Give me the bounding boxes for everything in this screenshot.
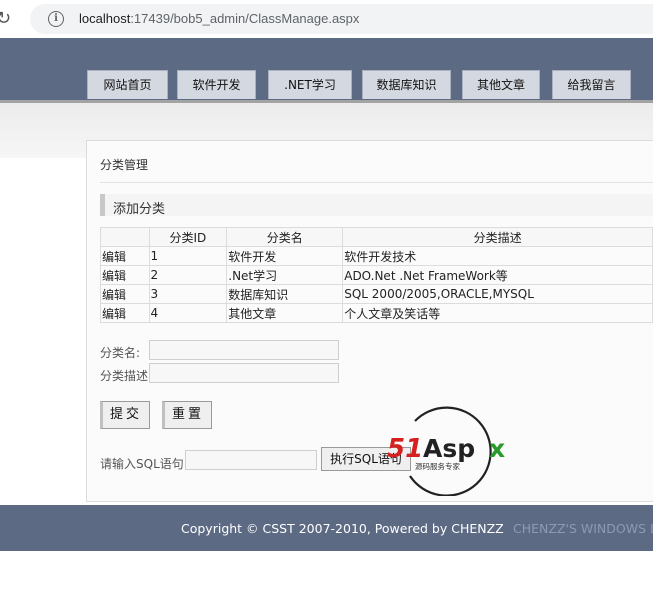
reset-button[interactable]: 重置 — [162, 401, 212, 429]
url-host: localhost — [79, 11, 131, 26]
cell-name: 数据库知识 — [226, 284, 344, 304]
site-header: 网站首页 软件开发 .NET学习 数据库知识 其他文章 给我留言 — [0, 38, 653, 100]
footer-brand: CHENZZ'S WINDOWS L — [513, 521, 653, 536]
cell-id: 3 — [148, 284, 228, 304]
section-title: 添加分类 — [113, 202, 166, 217]
category-table: 分类ID 分类名 分类描述 编辑 1 软件开发 软件开发技术 编辑 2 .Net… — [100, 227, 653, 323]
svg-text:Asp: Asp — [423, 434, 475, 463]
sql-input[interactable] — [185, 450, 317, 470]
cell-name: 软件开发 — [226, 246, 344, 266]
category-desc-input[interactable] — [149, 363, 339, 383]
submit-button[interactable]: 提交 — [100, 401, 150, 429]
51aspx-watermark-logo: 51 Asp x 源码服务专家 — [387, 406, 505, 496]
edit-link[interactable]: 编辑 — [102, 307, 126, 321]
title-divider — [100, 182, 653, 183]
nav-tab-articles[interactable]: 其他文章 — [462, 70, 540, 99]
nav-tab-database[interactable]: 数据库知识 — [362, 70, 451, 99]
section-header — [100, 194, 653, 216]
edit-link[interactable]: 编辑 — [102, 250, 126, 264]
table-row: 编辑 1 软件开发 软件开发技术 — [100, 246, 653, 266]
table-header-row: 分类ID 分类名 分类描述 — [100, 227, 653, 247]
svg-text:源码服务专家: 源码服务专家 — [415, 461, 460, 471]
cell-name: .Net学习 — [226, 265, 344, 285]
nav-tab-software[interactable]: 软件开发 — [177, 70, 256, 99]
cell-desc: 个人文章及笑话等 — [342, 303, 653, 323]
cell-desc: 软件开发技术 — [342, 246, 653, 266]
column-header-desc: 分类描述 — [342, 227, 653, 247]
table-row: 编辑 2 .Net学习 ADO.Net .Net FrameWork等 — [100, 265, 653, 285]
category-name-input[interactable] — [149, 340, 339, 360]
cell-name: 其他文章 — [226, 303, 344, 323]
copyright-text: Copyright © CSST 2007-2010, Powered by C… — [181, 521, 504, 536]
page-title: 分类管理 — [100, 158, 149, 172]
cell-desc: SQL 2000/2005,ORACLE,MYSQL — [342, 284, 653, 304]
cell-desc: ADO.Net .Net FrameWork等 — [342, 265, 653, 285]
svg-text:51: 51 — [387, 434, 423, 464]
url-text[interactable]: localhost:17439/bob5_admin/ClassManage.a… — [79, 11, 359, 26]
svg-text:x: x — [489, 434, 505, 463]
cell-id: 4 — [148, 303, 228, 323]
edit-link[interactable]: 编辑 — [102, 288, 126, 302]
cell-id: 1 — [148, 246, 228, 266]
column-header-name: 分类名 — [226, 227, 344, 247]
table-row: 编辑 3 数据库知识 SQL 2000/2005,ORACLE,MYSQL — [100, 284, 653, 304]
nav-tab-dotnet[interactable]: .NET学习 — [268, 70, 352, 99]
reload-icon[interactable]: ↻ — [0, 8, 11, 29]
category-desc-label: 分类描述 — [100, 369, 149, 383]
category-name-label: 分类名: — [100, 346, 141, 360]
url-path: :17439/bob5_admin/ClassManage.aspx — [130, 11, 360, 26]
column-header-action — [100, 227, 150, 247]
nav-tab-guestbook[interactable]: 给我留言 — [552, 70, 631, 99]
browser-address-bar: ↻ i localhost:17439/bob5_admin/ClassMana… — [0, 0, 653, 38]
column-header-id: 分类ID — [148, 227, 228, 247]
sql-label: 请输入SQL语句 — [100, 457, 184, 471]
table-row: 编辑 4 其他文章 个人文章及笑话等 — [100, 303, 653, 323]
edit-link[interactable]: 编辑 — [102, 269, 126, 283]
info-icon[interactable]: i — [48, 11, 64, 27]
cell-id: 2 — [148, 265, 228, 285]
nav-tab-home[interactable]: 网站首页 — [87, 70, 168, 99]
